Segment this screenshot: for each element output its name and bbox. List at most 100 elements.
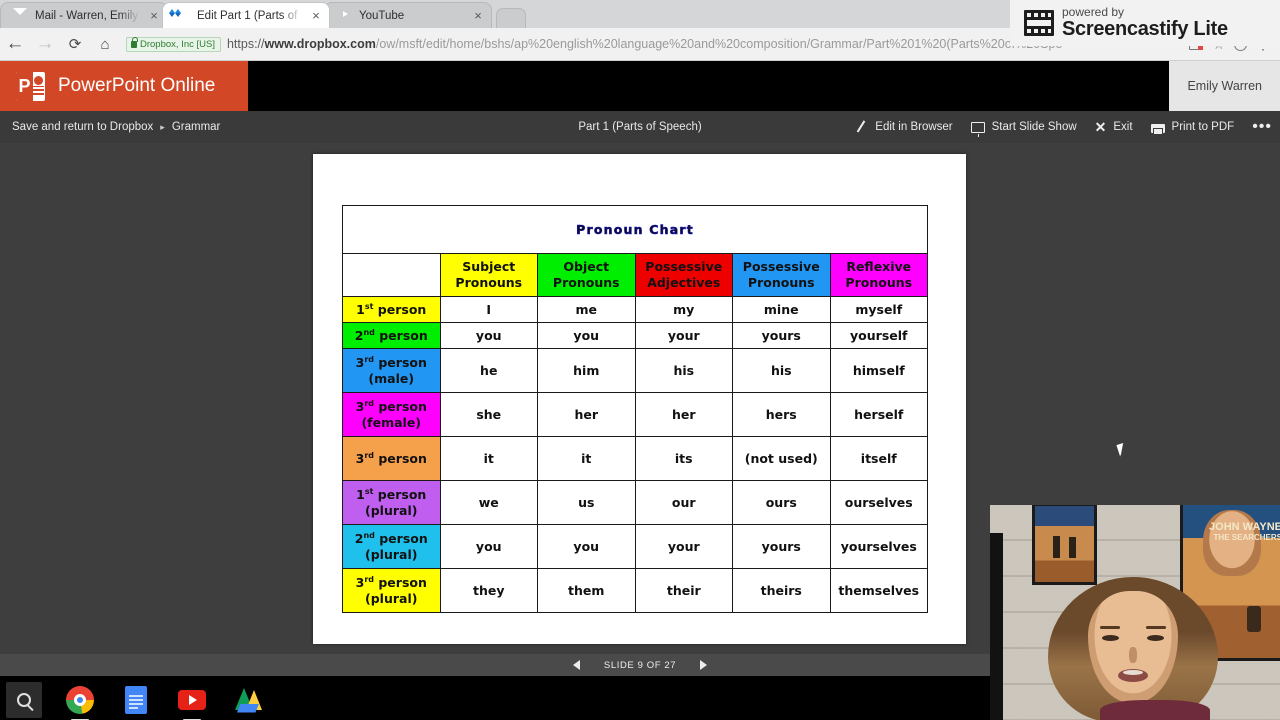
column-header-possessive-adjectives: Possessive Adjectives [634,253,733,297]
table-row: 2nd person you you your yours yourself [342,322,928,349]
exit-button[interactable]: ✕ Exit [1095,120,1133,134]
cell-r7-c2: you [537,524,636,569]
exit-label: Exit [1113,121,1133,133]
row-label: 2nd person [342,322,441,349]
watermark-line2: Screencastify Lite [1062,17,1228,40]
taskbar-chrome-button[interactable] [62,682,98,720]
pronoun-chart-table: Pronoun Chart Subject Pronouns Object Pr… [342,205,928,613]
cell-r4-c5: herself [829,392,928,437]
ellipsis-icon: ••• [1252,118,1272,135]
google-docs-icon [125,686,147,714]
powerpoint-header: P PowerPoint Online Emily Warren [0,61,1280,111]
pronoun-chart-body: Pronoun Chart Subject Pronouns Object Pr… [342,205,928,613]
forward-button[interactable]: → [30,28,60,61]
table-row: 2nd person (plural) you you your yours yoursel… [342,524,928,569]
presenter-video [1048,577,1218,720]
youtube-icon [178,690,206,710]
row-label-qualifier: (plural) [365,546,418,562]
breadcrumb: Save and return to Dropbox ▸ Grammar [12,111,220,143]
taskbar-docs-button[interactable] [118,682,154,718]
header-line1: Object [563,259,610,275]
row-label-ordinal: 1st person [356,301,427,317]
webcam-overlay: JOHN WAYNE THE SEARCHERS [990,505,1280,720]
start-slide-show-button[interactable]: Start Slide Show [970,121,1077,137]
home-button[interactable]: ⌂ [90,28,120,61]
edit-in-browser-button[interactable]: Edit in Browser [854,120,952,134]
cell-r3-c3: his [634,348,733,393]
print-to-pdf-button[interactable]: Print to PDF [1150,121,1235,135]
cell-r1-c5: myself [829,296,928,323]
screencastify-watermark: powered by Screencastify Lite [1010,0,1280,46]
column-header-possessive-pronouns: Possessive Pronouns [732,253,831,297]
slide-counter: SLIDE 9 OF 27 [603,659,677,671]
poster-right-title: JOHN WAYNE [1209,521,1280,533]
cell-r1-c2: me [537,296,636,323]
cell-r6-c3: our [634,480,733,525]
cell-r4-c1: she [439,392,538,437]
cell-r5-c1: it [439,436,538,481]
taskbar-youtube-button[interactable] [174,682,210,720]
cell-r7-c5: yourselves [829,524,928,569]
browser-tabstrip: Mail - Warren, Emily - Ou × Edit Part 1 … [0,0,526,28]
cell-r4-c3: her [634,392,733,437]
corner-cell [342,253,441,297]
start-slide-show-label: Start Slide Show [991,121,1077,133]
breadcrumb-separator-icon: ▸ [160,121,165,132]
save-and-return-link[interactable]: Save and return to Dropbox [12,121,153,133]
user-account-name[interactable]: Emily Warren [1169,61,1280,111]
row-label-ordinal: 2nd person [354,530,428,546]
cell-r3-c1: he [439,348,538,393]
google-drive-icon [234,687,262,713]
cell-r6-c5: ourselves [829,480,928,525]
browser-tab-dropbox-edit[interactable]: Edit Part 1 (Parts of Spe × [162,2,330,28]
command-bar: Part 1 (Parts of Speech) Save and return… [0,111,1280,143]
table-row: 3rd person it it its (not used) itself [342,436,928,481]
table-row: 1st person Ime my mine myself [342,296,928,323]
close-icon[interactable]: × [147,9,161,22]
browser-tab-youtube[interactable]: YouTube × [324,2,492,28]
powerpoint-brand[interactable]: P PowerPoint Online [0,61,248,111]
film-strip-icon [1024,10,1054,36]
header-line2: Pronouns [845,275,913,290]
dropbox-icon [169,8,190,23]
print-to-pdf-label: Print to PDF [1171,121,1235,133]
close-x-icon: ✕ [1094,119,1107,135]
powerpoint-brand-label: PowerPoint Online [58,75,216,96]
tab-title: Edit Part 1 (Parts of Spe [197,9,302,22]
more-options-button[interactable]: ••• [1252,118,1272,135]
cell-r2-c5: yourself [829,322,928,349]
mail-icon [13,8,28,23]
cell-r2-c1: you [439,322,538,349]
powerpoint-logo: P [16,71,45,101]
close-icon[interactable]: × [471,9,485,22]
browser-tab-mail[interactable]: Mail - Warren, Emily - Ou × [0,2,168,28]
taskbar-search-button[interactable] [6,682,42,718]
cell-r1-c1: I [439,296,538,323]
pronoun-chart: Pronoun Chart Subject Pronouns Object Pr… [342,205,928,615]
chart-header-row: Subject Pronouns Object Pronouns Possess… [342,253,928,297]
chrome-icon [66,686,94,714]
slide-canvas[interactable]: Pronoun Chart Subject Pronouns Object Pr… [313,154,966,644]
row-label-ordinal: 3rd person [355,574,427,590]
chart-title-row: Pronoun Chart [342,205,928,254]
row-label: 1st person [342,296,441,323]
row-label: 2nd person (plural) [342,524,441,569]
reload-button[interactable]: ⟳ [60,28,90,61]
next-slide-icon[interactable] [700,660,708,670]
row-label-ordinal: 1st person [356,486,427,502]
close-icon[interactable]: × [309,9,323,22]
breadcrumb-folder[interactable]: Grammar [172,121,221,133]
tab-title: YouTube [359,9,405,22]
security-badge-label: Dropbox, Inc [US] [140,38,215,50]
previous-slide-icon[interactable] [572,660,580,670]
new-tab-button[interactable] [496,8,526,28]
security-badge: Dropbox, Inc [US] [126,36,221,52]
taskbar-drive-button[interactable] [230,682,266,718]
watermark-text: powered by Screencastify Lite [1062,6,1228,40]
cell-r2-c4: yours [732,322,831,349]
back-button[interactable]: ← [0,28,30,61]
row-label-qualifier: (plural) [365,590,418,606]
screen-root: Mail - Warren, Emily - Ou × Edit Part 1 … [0,0,1280,720]
row-label-ordinal: 3rd person [355,354,427,370]
header-line1: Possessive [742,259,820,275]
